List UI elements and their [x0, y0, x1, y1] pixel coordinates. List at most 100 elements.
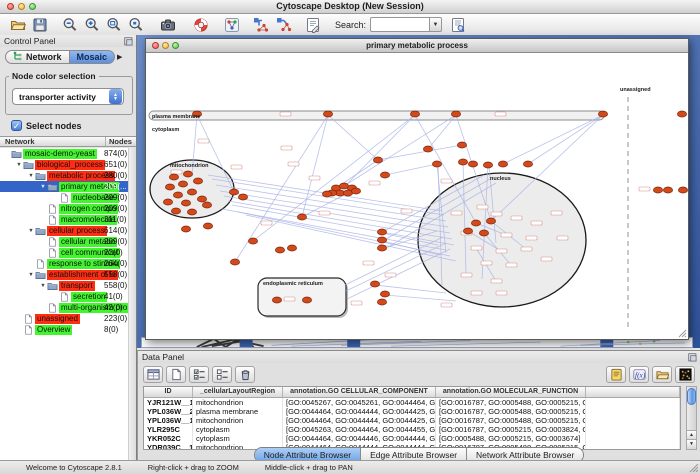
tree-scrollbar[interactable] [128, 148, 136, 460]
table-row[interactable]: YPL036W__1mitochondrion[GO:0044464, GO:0… [144, 416, 680, 425]
network-node[interactable] [202, 202, 211, 208]
tree-row[interactable]: Overview8(0) [0, 324, 136, 335]
network-node[interactable] [451, 111, 460, 117]
search-index-button[interactable] [448, 15, 468, 34]
network-node[interactable] [523, 161, 532, 167]
tree-row[interactable]: nucleobase-209(0) [0, 192, 136, 203]
network-node[interactable] [598, 111, 607, 117]
column-header[interactable]: annotation.GO MOLECULAR_FUNCTION [436, 387, 586, 397]
expand-arrow-icon[interactable]: ▼ [15, 162, 23, 168]
vizmapper-button[interactable] [222, 15, 242, 34]
tree-row[interactable]: ▼metabolic process280(0) [0, 170, 136, 181]
tree-row[interactable]: ▼establishment of lo558(0) [0, 269, 136, 280]
open-button[interactable] [8, 15, 28, 34]
tree-row[interactable]: mosaic-demo-yeast874(0) [0, 148, 136, 159]
network-node[interactable] [410, 111, 419, 117]
network-node[interactable] [230, 259, 239, 265]
tree-row[interactable]: response to stimulu264(0) [0, 258, 136, 269]
tree-row[interactable]: ▼cellular process614(0) [0, 225, 136, 236]
network-node[interactable] [181, 200, 190, 206]
zoom-selected-button[interactable] [126, 15, 146, 34]
network-node[interactable] [377, 237, 386, 243]
grid-button[interactable] [143, 366, 163, 383]
network-node[interactable] [498, 161, 507, 167]
network-node[interactable] [351, 188, 360, 194]
network-node[interactable] [287, 245, 296, 251]
tree-row[interactable]: ▼biological_process651(0) [0, 159, 136, 170]
expand-arrow-icon[interactable]: ▼ [39, 184, 47, 190]
layout-nodes-button[interactable] [251, 15, 271, 34]
network-node[interactable] [677, 111, 686, 117]
network-node[interactable] [275, 247, 284, 253]
network-node[interactable] [380, 172, 389, 178]
snapshot-button[interactable] [158, 15, 178, 34]
network-node[interactable] [203, 223, 212, 229]
notes-button[interactable] [606, 366, 626, 383]
network-node[interactable] [183, 171, 192, 177]
network-window-titlebar[interactable]: primary metabolic process [146, 39, 688, 53]
network-node[interactable] [171, 208, 180, 214]
network-edge[interactable] [344, 115, 456, 186]
search-dropdown-button[interactable]: ▼ [429, 17, 442, 32]
network-edge[interactable] [503, 115, 603, 164]
matrix-button[interactable] [675, 366, 695, 383]
network-node[interactable] [423, 146, 432, 152]
network-node[interactable] [432, 161, 441, 167]
network-view-window[interactable]: primary metabolic process plasma membran… [145, 38, 689, 340]
table-scrollbar[interactable]: ▲ ▼ [686, 386, 697, 450]
network-node[interactable] [486, 218, 495, 224]
network-node[interactable] [187, 209, 196, 215]
network-node[interactable] [678, 187, 687, 193]
network-node[interactable] [457, 142, 466, 148]
network-canvas[interactable]: plasma membranecytoplasmmitochondrionnuc… [146, 53, 688, 339]
select-nodes-checkbox[interactable]: ✓ [11, 120, 22, 131]
expand-arrow-icon[interactable]: ▼ [39, 283, 47, 289]
network-node[interactable] [197, 196, 206, 202]
network-node[interactable] [163, 199, 172, 205]
network-node[interactable] [248, 238, 257, 244]
network-node[interactable] [380, 291, 389, 297]
network-node[interactable] [663, 187, 672, 193]
expand-arrow-icon[interactable]: ▼ [27, 228, 35, 234]
table-row[interactable]: YJR121W__1mitochondrion[GO:0045267, GO:0… [144, 398, 680, 407]
network-node[interactable] [377, 229, 386, 235]
network-node[interactable] [238, 194, 247, 200]
network-edge[interactable] [385, 164, 437, 175]
tree-row[interactable]: nitrogen compo209(0) [0, 203, 136, 214]
tree-row[interactable]: ▼primary metabo209(... [0, 181, 136, 192]
network-node[interactable] [468, 161, 477, 167]
network-node[interactable] [483, 162, 492, 168]
network-node[interactable] [229, 189, 238, 195]
delete-attribute-button[interactable] [235, 366, 255, 383]
tree-row[interactable]: macromolecule311(0) [0, 214, 136, 225]
network-node[interactable] [173, 192, 182, 198]
network-node[interactable] [193, 178, 202, 184]
tab-overflow-button[interactable]: ▶ [117, 53, 122, 61]
network-node[interactable] [322, 191, 331, 197]
zoom-fit-button[interactable] [104, 15, 124, 34]
float-panel-icon[interactable] [124, 37, 133, 46]
unselect-attributes-button[interactable] [212, 366, 232, 383]
scrollbar-thumb[interactable] [687, 388, 696, 405]
network-node[interactable] [323, 111, 332, 117]
column-header[interactable]: annotation.GO CELLULAR_COMPONENT [283, 387, 436, 397]
network-node[interactable] [187, 189, 196, 195]
tree-row[interactable]: multi-organism pro42(0) [0, 302, 136, 313]
network-node[interactable] [178, 181, 187, 187]
float-panel-icon[interactable] [688, 353, 697, 362]
tab-network[interactable]: Network [5, 50, 70, 64]
network-node[interactable] [302, 297, 311, 303]
column-network[interactable]: Network [0, 137, 106, 146]
tree-row[interactable]: cellular metabo209(0) [0, 236, 136, 247]
select-attributes-button[interactable] [189, 366, 209, 383]
save-button[interactable] [30, 15, 50, 34]
table-row[interactable]: YLR295Ccytoplasm[GO:0045263, GO:0044464,… [144, 425, 680, 434]
network-node[interactable] [458, 159, 467, 165]
window-resize-grip[interactable] [678, 329, 687, 338]
zoom-out-button[interactable] [60, 15, 80, 34]
network-node[interactable] [377, 299, 386, 305]
network-node[interactable] [463, 228, 472, 234]
new-attribute-button[interactable] [166, 366, 186, 383]
zoom-in-button[interactable] [82, 15, 102, 34]
network-node[interactable] [181, 226, 190, 232]
